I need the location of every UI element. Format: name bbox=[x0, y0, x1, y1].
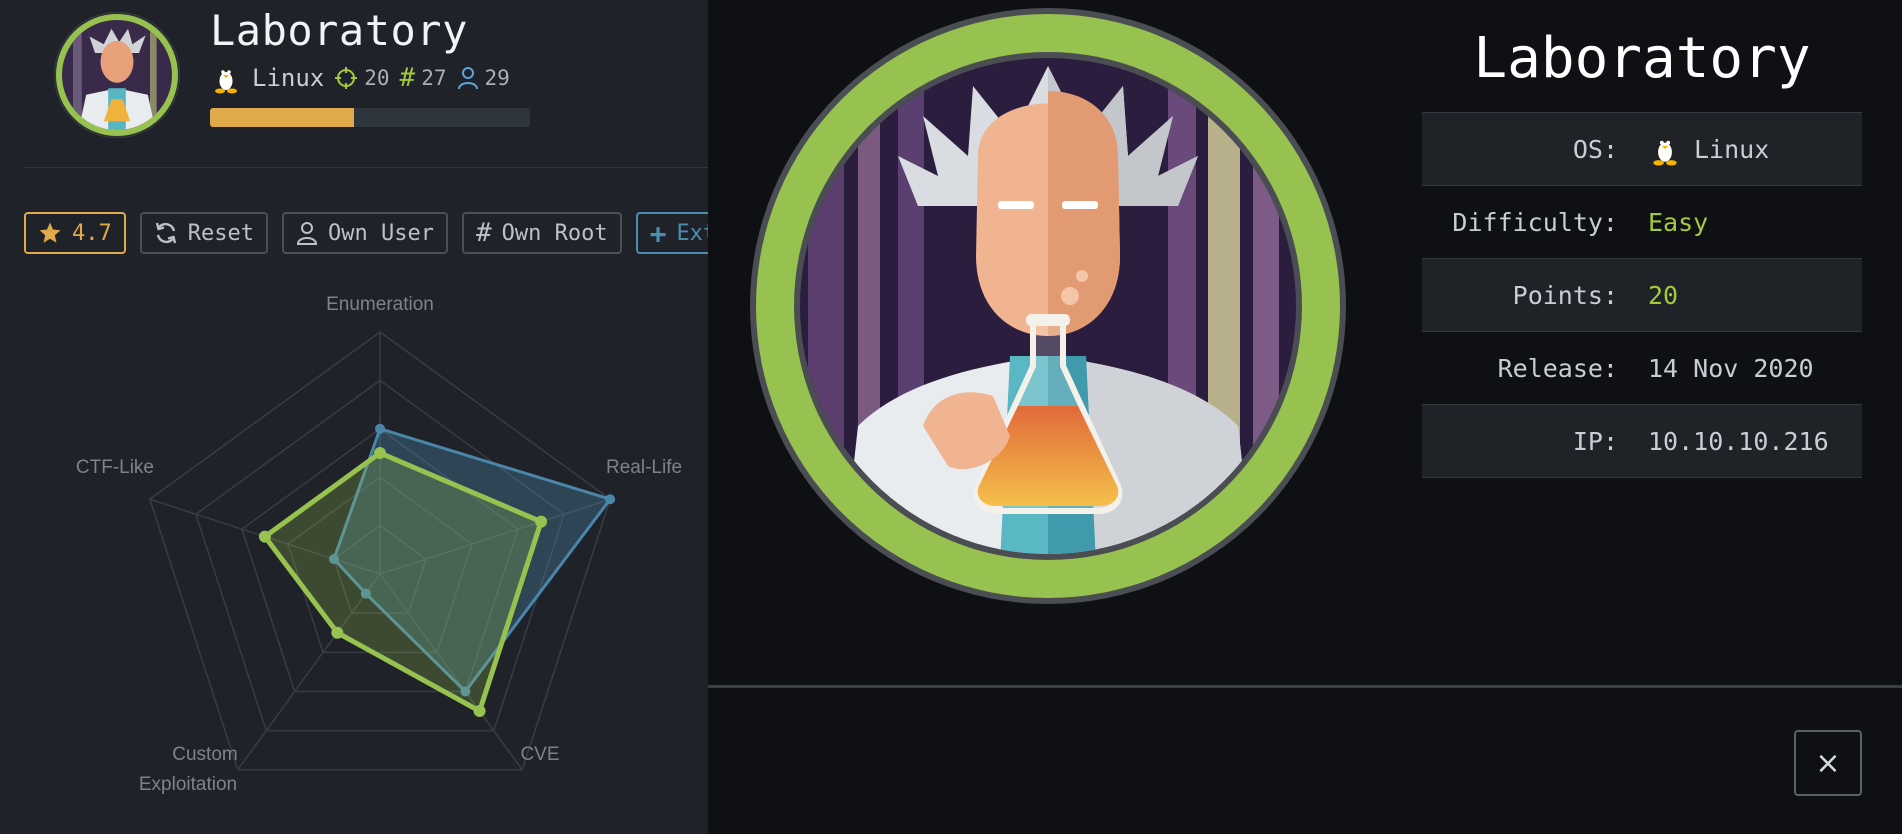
rating-value: 4.7 bbox=[72, 220, 112, 246]
scientist-avatar-icon bbox=[62, 20, 172, 130]
reset-label: Reset bbox=[187, 220, 254, 246]
release-label: Release: bbox=[1422, 331, 1648, 405]
points-count: 20 bbox=[364, 66, 390, 90]
axis-label-ctf-like: CTF-Like bbox=[76, 457, 154, 478]
difficulty-value: Easy bbox=[1648, 185, 1862, 259]
axis-label-custom: Custom bbox=[172, 744, 237, 765]
axis-label-cve: CVE bbox=[520, 744, 559, 765]
root-owns-stat: # 27 bbox=[400, 63, 447, 93]
star-icon bbox=[39, 222, 61, 243]
info-row-release: Release: 14 Nov 2020 bbox=[1422, 331, 1862, 405]
machine-progress-bar bbox=[210, 108, 530, 127]
difficulty-radar-chart: Enumeration Real-Life CVE Custom Exploit… bbox=[76, 294, 682, 795]
radar-series bbox=[258, 423, 616, 718]
action-button-row: 4.7 Reset Own User # Own Root + Exten bbox=[24, 212, 708, 254]
user-owns-stat: 29 bbox=[457, 66, 510, 90]
radar-series-2-point bbox=[331, 626, 344, 639]
release-value: 14 Nov 2020 bbox=[1648, 331, 1862, 405]
radar-series-2-point bbox=[473, 705, 486, 718]
info-row-ip: IP: 10.10.10.216 bbox=[1422, 404, 1862, 478]
hash-icon: # bbox=[399, 63, 416, 93]
axis-label-exploitation: Exploitation bbox=[139, 774, 237, 795]
close-icon: × bbox=[1815, 745, 1841, 781]
machine-info-table: OS: Linux Difficulty: Easy Points: 20 Re… bbox=[1422, 112, 1862, 478]
own-user-label: Own User bbox=[327, 220, 434, 246]
machine-title: Laboratory bbox=[210, 6, 468, 55]
reset-button[interactable]: Reset bbox=[139, 212, 268, 254]
rating-button[interactable]: 4.7 bbox=[24, 212, 126, 254]
crosshair-icon bbox=[335, 67, 358, 89]
tux-penguin-icon bbox=[1653, 135, 1677, 166]
radar-series-2-point bbox=[535, 515, 548, 528]
ip-label: IP: bbox=[1422, 404, 1648, 478]
machine-meta-row: Linux 20 # 27 29 bbox=[210, 62, 510, 94]
ip-value: 10.10.10.216 bbox=[1648, 404, 1862, 478]
os-value: Linux bbox=[1694, 134, 1770, 164]
radar-series-2-point bbox=[258, 530, 271, 543]
own-user-button[interactable]: Own User bbox=[281, 212, 448, 254]
close-button[interactable]: × bbox=[1794, 730, 1862, 796]
modal-footer-divider bbox=[708, 685, 1902, 688]
refresh-icon bbox=[155, 222, 176, 244]
extend-button[interactable]: + Exten bbox=[635, 212, 708, 254]
points-value: 20 bbox=[1648, 258, 1862, 332]
info-row-difficulty: Difficulty: Easy bbox=[1422, 185, 1862, 259]
machine-info-modal: Laboratory OS: Linux Difficulty: Easy Po… bbox=[708, 0, 1902, 834]
section-divider bbox=[24, 167, 708, 168]
radar-series-2-point bbox=[374, 447, 386, 459]
extend-label: Exten bbox=[676, 220, 708, 246]
user-outline-icon bbox=[296, 222, 317, 245]
tux-penguin-icon bbox=[215, 65, 237, 94]
machine-avatar-small bbox=[54, 12, 180, 138]
root-owns-count: 27 bbox=[421, 66, 447, 90]
own-root-label: Own Root bbox=[501, 220, 608, 246]
user-icon bbox=[457, 67, 478, 90]
difficulty-label: Difficulty: bbox=[1422, 185, 1648, 259]
radar-series-1-point bbox=[375, 423, 385, 434]
points-label: Points: bbox=[1422, 258, 1648, 332]
plus-icon: + bbox=[649, 216, 667, 250]
radar-series-1-point bbox=[605, 494, 616, 505]
points-stat: 20 bbox=[334, 66, 390, 90]
machine-avatar-large bbox=[750, 8, 1346, 604]
user-owns-count: 29 bbox=[484, 66, 510, 90]
os-label: OS: bbox=[1422, 112, 1648, 186]
machine-os-label: Linux bbox=[252, 64, 325, 92]
own-root-button[interactable]: # Own Root bbox=[461, 212, 622, 254]
info-row-os: OS: Linux bbox=[1422, 112, 1862, 186]
hash-icon: # bbox=[475, 218, 492, 248]
modal-machine-title: Laboratory bbox=[1473, 26, 1811, 91]
progress-fill bbox=[210, 108, 354, 127]
axis-label-real-life: Real-Life bbox=[606, 457, 682, 478]
axis-label-enumeration: Enumeration bbox=[326, 294, 434, 315]
machine-overview-panel: Laboratory Linux 20 # 27 29 4.7 Reset Ow… bbox=[0, 0, 708, 834]
info-row-points: Points: 20 bbox=[1422, 258, 1862, 332]
